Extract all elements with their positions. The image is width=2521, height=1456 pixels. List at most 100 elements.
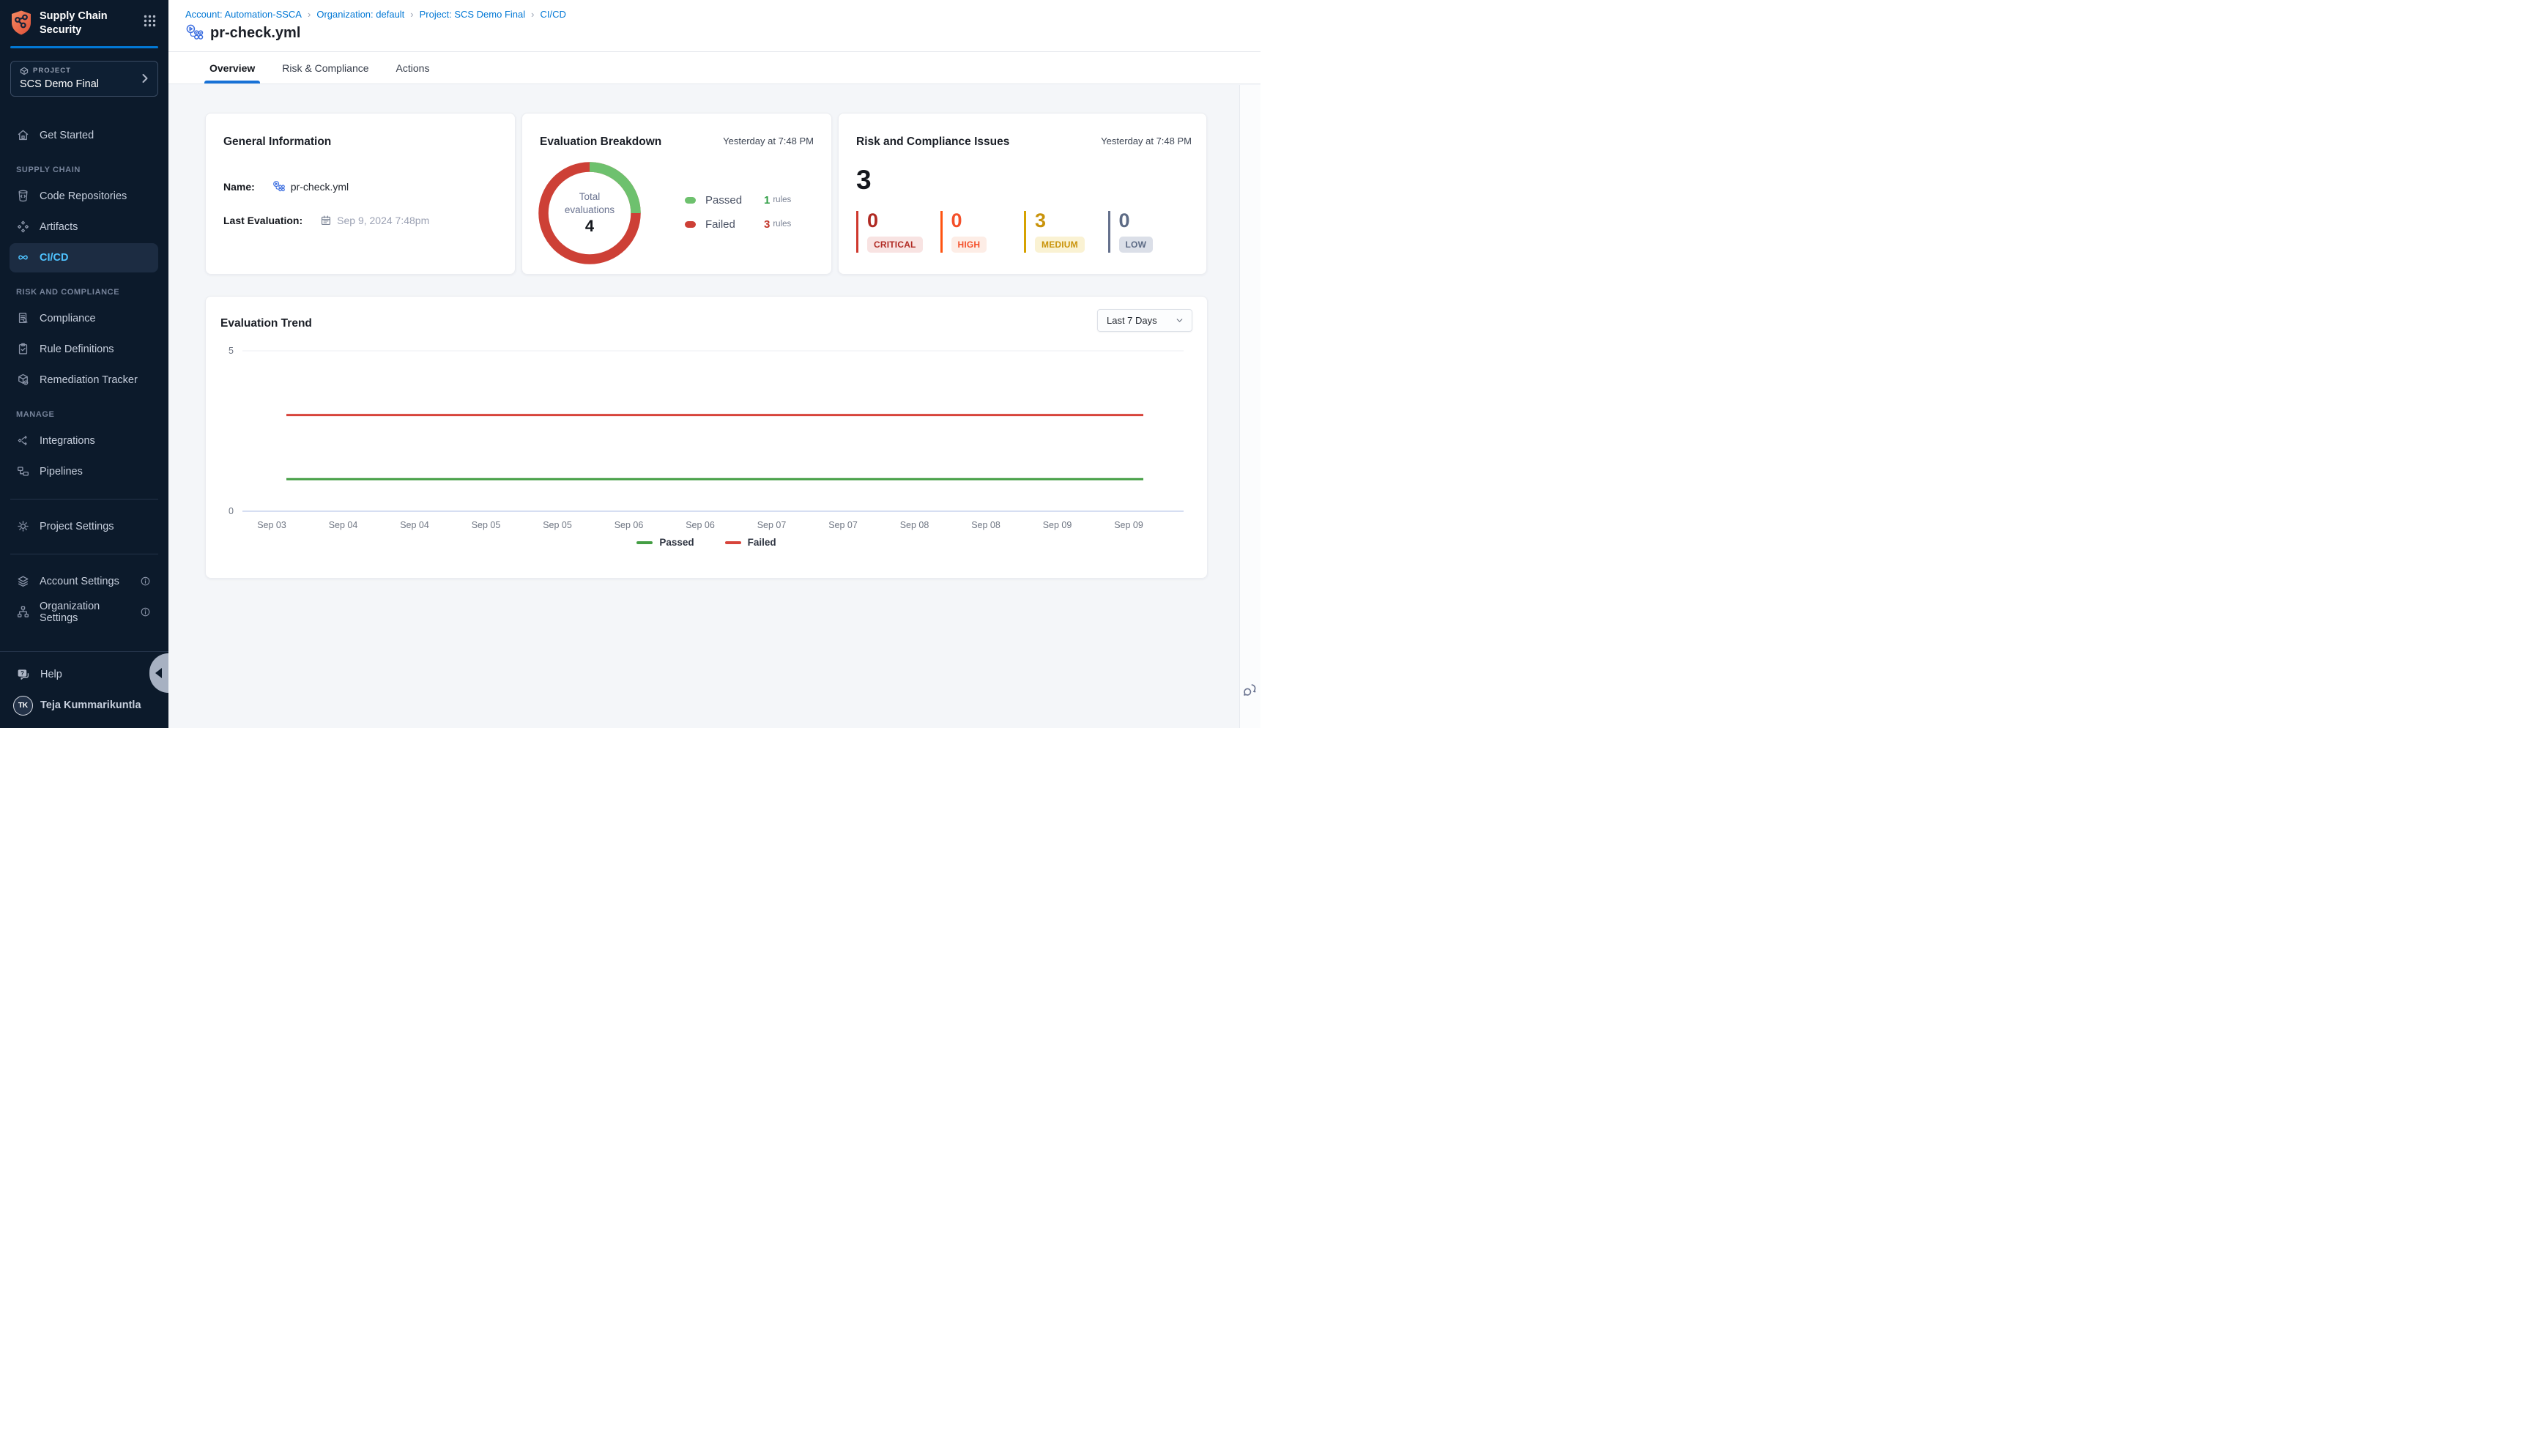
sidebar-item-project-settings[interactable]: Project Settings — [0, 511, 168, 542]
evaluations-donut-chart: Total evaluations 4 — [535, 158, 645, 268]
total-issues-count: 3 — [856, 166, 1192, 193]
sidebar-item-rule-definitions[interactable]: Rule Definitions — [0, 334, 168, 365]
help-label: Help — [40, 669, 62, 680]
help-button[interactable]: ? Help — [0, 659, 168, 690]
pipeline-icon — [185, 23, 204, 42]
svg-text:Sep 03: Sep 03 — [257, 520, 286, 530]
chat-bubbles-icon[interactable] — [1242, 682, 1259, 699]
sidebar-item-code-repositories[interactable]: Code Repositories — [0, 181, 168, 212]
svg-text:5: 5 — [229, 346, 234, 356]
sidebar-item-artifacts[interactable]: Artifacts — [0, 212, 168, 242]
svg-text:Sep 07: Sep 07 — [757, 520, 787, 530]
project-label: PROJECT — [20, 67, 149, 75]
chevron-left-icon — [155, 668, 162, 678]
sidebar-item-remediation-tracker[interactable]: Remediation Tracker — [0, 365, 168, 395]
tab-bar: Overview Risk & Compliance Actions — [168, 52, 1260, 84]
tab-risk-compliance[interactable]: Risk & Compliance — [282, 52, 368, 83]
svg-text:Sep 08: Sep 08 — [900, 520, 929, 530]
layers-icon — [16, 574, 30, 588]
passed-dot-icon — [685, 197, 696, 204]
status-badge: LOW — [1119, 237, 1154, 253]
sidebar-footer: ? Help TK Teja Kummarikuntla — [0, 651, 168, 728]
svg-text:Sep 05: Sep 05 — [472, 520, 501, 530]
home-icon — [16, 128, 30, 142]
clipboard-check-icon — [16, 342, 30, 356]
status-badge: HIGH — [951, 237, 987, 253]
app-root: Supply Chain Security PROJECT — [0, 0, 1260, 728]
title-row: pr-check.yml — [185, 23, 1260, 42]
evaluation-breakdown-card: Evaluation Breakdown Yesterday at 7:48 P… — [521, 113, 832, 275]
section-supply-chain: SUPPLY CHAIN — [0, 151, 168, 181]
sidebar-item-organization-settings[interactable]: Organization Settings — [0, 597, 168, 628]
sidebar-item-get-started[interactable]: Get Started — [0, 120, 168, 151]
card-title: Risk and Compliance Issues — [856, 135, 1009, 149]
legend-row-passed: Passed 1 rules — [685, 191, 791, 209]
main-area: Account: Automation-SSCA › Organization:… — [168, 0, 1260, 728]
passed-line-swatch — [636, 541, 653, 544]
last-evaluation-value: Sep 9, 2024 7:48pm — [320, 215, 429, 226]
tab-overview[interactable]: Overview — [209, 52, 255, 83]
timestamp: Yesterday at 7:48 PM — [723, 135, 814, 146]
donut-center-label: Total evaluations 4 — [535, 158, 645, 268]
help-chat-icon: ? — [16, 667, 31, 682]
breadcrumb-cicd-link[interactable]: CI/CD — [540, 9, 565, 20]
card-title: General Information — [223, 135, 497, 149]
time-range-dropdown[interactable]: Last 7 Days — [1097, 309, 1192, 332]
legend-failed: Failed — [725, 537, 776, 548]
apps-grid-icon[interactable] — [143, 14, 157, 28]
sidebar-item-integrations[interactable]: Integrations — [0, 426, 168, 456]
gear-icon — [16, 519, 30, 533]
severity-critical: 0 CRITICAL — [856, 211, 940, 253]
user-menu[interactable]: TK Teja Kummarikuntla — [0, 690, 168, 721]
trend-line-chart: 50Sep 03Sep 04Sep 04Sep 05Sep 05Sep 06Se… — [206, 330, 1208, 549]
svg-text:0: 0 — [229, 506, 234, 516]
info-icon[interactable] — [140, 606, 151, 617]
module-accent-bar — [10, 46, 158, 48]
trend-legend: Passed Failed — [206, 537, 1207, 548]
sidebar-item-label: Organization Settings — [40, 601, 130, 624]
breadcrumb-account-link[interactable]: Account: Automation-SSCA — [185, 9, 302, 20]
chevron-down-icon — [1175, 316, 1184, 325]
sidebar-item-label: Project Settings — [40, 521, 114, 532]
page-header: Account: Automation-SSCA › Organization:… — [168, 0, 1260, 52]
breadcrumb-organization-link[interactable]: Organization: default — [316, 9, 404, 20]
project-name: SCS Demo Final — [20, 78, 149, 90]
chevron-right-icon — [140, 73, 150, 84]
svg-text:Sep 06: Sep 06 — [686, 520, 715, 530]
sidebar-item-account-settings[interactable]: Account Settings — [0, 566, 168, 597]
sidebar-item-label: Integrations — [40, 435, 95, 447]
time-range-value: Last 7 Days — [1107, 315, 1157, 326]
page-title: pr-check.yml — [210, 25, 300, 42]
breadcrumb-separator: › — [404, 9, 419, 20]
pipelines-icon — [16, 464, 30, 478]
sidebar-item-label: Rule Definitions — [40, 343, 114, 355]
card-title: Evaluation Breakdown — [540, 135, 661, 149]
sidebar-item-label: Remediation Tracker — [40, 374, 138, 386]
general-information-card: General Information Name: — [205, 113, 516, 275]
shield-logo-icon — [10, 10, 32, 36]
calendar-icon — [320, 215, 332, 226]
breadcrumb-separator: › — [302, 9, 316, 20]
sidebar-item-label: Code Repositories — [40, 190, 127, 202]
artifacts-icon — [16, 220, 30, 234]
sidebar-item-label: Pipelines — [40, 466, 83, 478]
sidebar-nav: Get Started SUPPLY CHAIN Code Repositori… — [0, 120, 168, 628]
name-label: Name: — [223, 181, 255, 193]
summary-cards-row: General Information Name: — [205, 113, 1260, 275]
sidebar-item-pipelines[interactable]: Pipelines — [0, 456, 168, 487]
sidebar-item-label: CI/CD — [40, 252, 68, 264]
svg-text:Sep 08: Sep 08 — [971, 520, 1000, 530]
svg-text:Sep 09: Sep 09 — [1043, 520, 1072, 530]
breadcrumb-project-link[interactable]: Project: SCS Demo Final — [420, 9, 526, 20]
risk-compliance-issues-card: Risk and Compliance Issues Yesterday at … — [838, 113, 1207, 275]
tab-actions[interactable]: Actions — [396, 52, 430, 83]
timestamp: Yesterday at 7:48 PM — [1101, 135, 1192, 146]
severity-medium: 3 MEDIUM — [1024, 211, 1108, 253]
sidebar-item-compliance[interactable]: Compliance — [0, 303, 168, 334]
sidebar-item-cicd[interactable]: CI/CD — [10, 243, 158, 272]
project-selector[interactable]: PROJECT SCS Demo Final — [10, 61, 158, 97]
donut-legend: Passed 1 rules Failed 3 rules — [685, 191, 791, 233]
info-icon[interactable] — [140, 576, 151, 587]
last-evaluation-row: Last Evaluation: — [223, 212, 497, 229]
name-value: pr-check.yml — [272, 180, 349, 193]
